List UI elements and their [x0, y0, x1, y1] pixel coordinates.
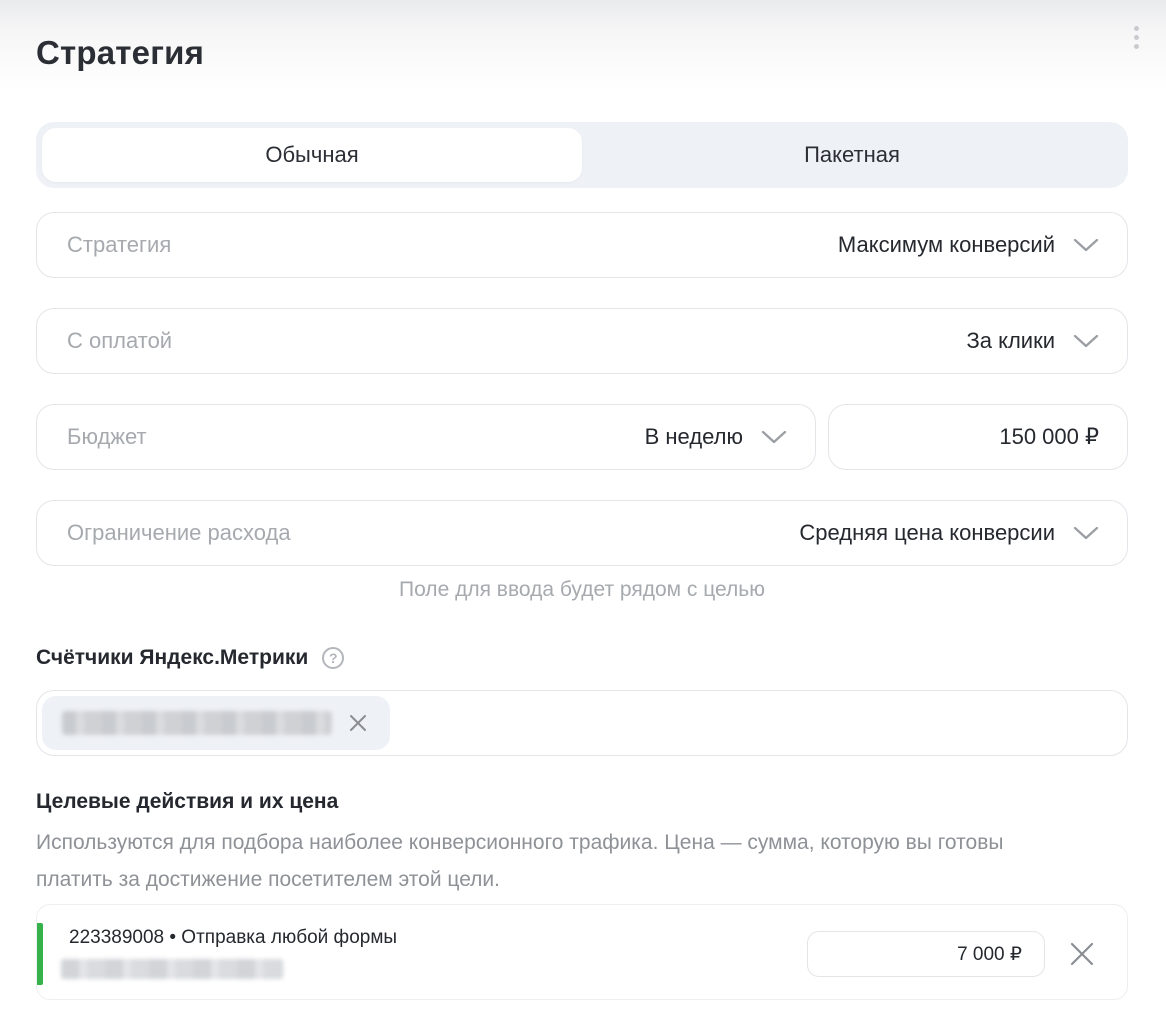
- chevron-down-icon: [1073, 237, 1099, 253]
- counter-chip: [42, 696, 390, 750]
- redacted-goal-details: [61, 959, 283, 979]
- chevron-down-icon: [1073, 525, 1099, 541]
- payment-value: За клики: [966, 328, 1055, 353]
- help-icon[interactable]: ?: [322, 647, 345, 669]
- payment-label: С оплатой: [67, 328, 173, 353]
- strategy-panel: Стратегия Обычная Пакетная Стратегия Мак…: [0, 0, 1166, 1011]
- tab-regular[interactable]: Обычная: [42, 128, 582, 182]
- spend-limit-hint: Поле для ввода будет рядом с целью: [399, 578, 765, 601]
- payment-select[interactable]: С оплатой За клики: [36, 308, 1128, 374]
- close-icon[interactable]: [348, 713, 368, 733]
- counters-section-title: Счётчики Яндекс.Метрики ?: [36, 646, 345, 670]
- budget-amount-input[interactable]: 150 000 ₽: [828, 404, 1128, 470]
- redacted-counter-name: [62, 711, 332, 735]
- budget-period-select[interactable]: Бюджет В неделю: [36, 404, 816, 470]
- goal-price-input[interactable]: 7 000 ₽: [807, 931, 1045, 977]
- tab-package[interactable]: Пакетная: [582, 128, 1122, 182]
- goals-description: Используются для подбора наиболее конвер…: [36, 831, 1004, 891]
- strategy-select[interactable]: Стратегия Максимум конверсий: [36, 212, 1128, 278]
- more-vertical-icon[interactable]: [1130, 26, 1142, 54]
- spend-limit-select[interactable]: Ограничение расхода Средняя цена конверс…: [36, 500, 1128, 566]
- close-icon[interactable]: [1069, 941, 1095, 967]
- budget-amount-value: 150 000 ₽: [999, 424, 1099, 449]
- goals-section-title: Целевые действия и их цена: [36, 790, 339, 813]
- chevron-down-icon: [1073, 333, 1099, 349]
- counters-title: Счётчики Яндекс.Метрики: [36, 646, 309, 669]
- budget-label: Бюджет: [67, 424, 147, 449]
- strategy-type-switch: Обычная Пакетная: [36, 122, 1128, 188]
- spend-limit-label: Ограничение расхода: [67, 520, 291, 545]
- goal-status-bar: [37, 923, 43, 985]
- strategy-value: Максимум конверсий: [837, 232, 1055, 257]
- strategy-label: Стратегия: [67, 232, 172, 257]
- chevron-down-icon: [761, 429, 787, 445]
- spend-limit-value: Средняя цена конверсии: [799, 520, 1055, 545]
- goal-price-value: 7 000 ₽: [957, 943, 1022, 965]
- goal-item: 223389008 • Отправка любой формы 7 000 ₽: [36, 904, 1128, 1000]
- page-title: Стратегия: [36, 34, 205, 71]
- goal-name: 223389008 • Отправка любой формы: [69, 927, 398, 948]
- counters-input[interactable]: [36, 690, 1128, 756]
- budget-period-value: В неделю: [644, 424, 743, 449]
